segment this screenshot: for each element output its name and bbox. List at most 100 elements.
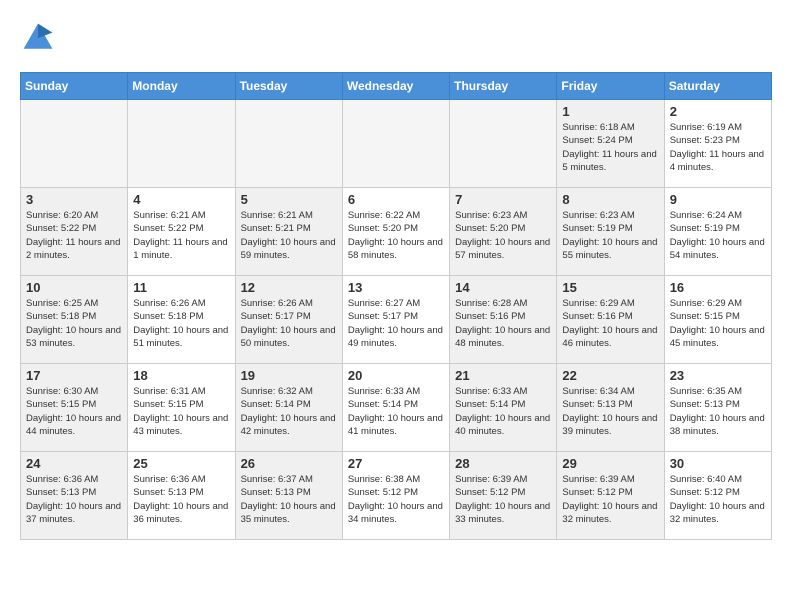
calendar-cell: 25 Sunrise: 6:36 AM Sunset: 5:13 PM Dayli… (128, 452, 235, 540)
calendar-cell: 4 Sunrise: 6:21 AM Sunset: 5:22 PM Daylig… (128, 188, 235, 276)
day-info: Sunrise: 6:28 AM Sunset: 5:16 PM Dayligh… (455, 297, 551, 350)
day-number: 9 (670, 192, 766, 207)
day-number: 11 (133, 280, 229, 295)
calendar-cell: 1 Sunrise: 6:18 AM Sunset: 5:24 PM Daylig… (557, 100, 664, 188)
day-number: 4 (133, 192, 229, 207)
day-number: 26 (241, 456, 337, 471)
day-info: Sunrise: 6:20 AM Sunset: 5:22 PM Dayligh… (26, 209, 122, 262)
week-row-1: 3 Sunrise: 6:20 AM Sunset: 5:22 PM Daylig… (21, 188, 772, 276)
weekday-header-friday: Friday (557, 73, 664, 100)
day-number: 21 (455, 368, 551, 383)
calendar-cell: 11 Sunrise: 6:26 AM Sunset: 5:18 PM Dayli… (128, 276, 235, 364)
page-header (20, 20, 772, 56)
day-number: 5 (241, 192, 337, 207)
day-number: 29 (562, 456, 658, 471)
weekday-header-saturday: Saturday (664, 73, 771, 100)
calendar-cell: 18 Sunrise: 6:31 AM Sunset: 5:15 PM Dayli… (128, 364, 235, 452)
calendar-cell (450, 100, 557, 188)
calendar-cell: 15 Sunrise: 6:29 AM Sunset: 5:16 PM Dayli… (557, 276, 664, 364)
day-info: Sunrise: 6:24 AM Sunset: 5:19 PM Dayligh… (670, 209, 766, 262)
day-number: 8 (562, 192, 658, 207)
day-number: 17 (26, 368, 122, 383)
day-info: Sunrise: 6:23 AM Sunset: 5:19 PM Dayligh… (562, 209, 658, 262)
day-info: Sunrise: 6:33 AM Sunset: 5:14 PM Dayligh… (348, 385, 444, 438)
day-info: Sunrise: 6:26 AM Sunset: 5:17 PM Dayligh… (241, 297, 337, 350)
day-info: Sunrise: 6:23 AM Sunset: 5:20 PM Dayligh… (455, 209, 551, 262)
weekday-header-wednesday: Wednesday (342, 73, 449, 100)
week-row-4: 24 Sunrise: 6:36 AM Sunset: 5:13 PM Dayli… (21, 452, 772, 540)
day-info: Sunrise: 6:39 AM Sunset: 5:12 PM Dayligh… (562, 473, 658, 526)
calendar-cell (235, 100, 342, 188)
day-number: 24 (26, 456, 122, 471)
weekday-header-row: SundayMondayTuesdayWednesdayThursdayFrid… (21, 73, 772, 100)
calendar-cell: 28 Sunrise: 6:39 AM Sunset: 5:12 PM Dayli… (450, 452, 557, 540)
weekday-header-tuesday: Tuesday (235, 73, 342, 100)
day-info: Sunrise: 6:37 AM Sunset: 5:13 PM Dayligh… (241, 473, 337, 526)
day-info: Sunrise: 6:39 AM Sunset: 5:12 PM Dayligh… (455, 473, 551, 526)
day-info: Sunrise: 6:40 AM Sunset: 5:12 PM Dayligh… (670, 473, 766, 526)
calendar-cell: 6Sunrise: 6:22 AM Sunset: 5:20 PM Daylig… (342, 188, 449, 276)
calendar-cell: 19Sunrise: 6:32 AM Sunset: 5:14 PM Dayli… (235, 364, 342, 452)
day-info: Sunrise: 6:36 AM Sunset: 5:13 PM Dayligh… (133, 473, 229, 526)
week-row-2: 10 Sunrise: 6:25 AM Sunset: 5:18 PM Dayli… (21, 276, 772, 364)
calendar-cell: 7 Sunrise: 6:23 AM Sunset: 5:20 PM Daylig… (450, 188, 557, 276)
weekday-header-monday: Monday (128, 73, 235, 100)
day-number: 19 (241, 368, 337, 383)
day-number: 25 (133, 456, 229, 471)
day-number: 18 (133, 368, 229, 383)
logo (20, 20, 62, 56)
day-number: 22 (562, 368, 658, 383)
day-info: Sunrise: 6:33 AM Sunset: 5:14 PM Dayligh… (455, 385, 551, 438)
day-info: Sunrise: 6:18 AM Sunset: 5:24 PM Dayligh… (562, 121, 658, 174)
calendar-cell: 3 Sunrise: 6:20 AM Sunset: 5:22 PM Daylig… (21, 188, 128, 276)
day-info: Sunrise: 6:38 AM Sunset: 5:12 PM Dayligh… (348, 473, 444, 526)
day-number: 10 (26, 280, 122, 295)
calendar-cell: 9 Sunrise: 6:24 AM Sunset: 5:19 PM Daylig… (664, 188, 771, 276)
day-number: 7 (455, 192, 551, 207)
calendar-cell: 30 Sunrise: 6:40 AM Sunset: 5:12 PM Dayli… (664, 452, 771, 540)
day-number: 2 (670, 104, 766, 119)
calendar-cell: 20 Sunrise: 6:33 AM Sunset: 5:14 PM Dayli… (342, 364, 449, 452)
calendar-cell: 10 Sunrise: 6:25 AM Sunset: 5:18 PM Dayli… (21, 276, 128, 364)
weekday-header-sunday: Sunday (21, 73, 128, 100)
day-info: Sunrise: 6:25 AM Sunset: 5:18 PM Dayligh… (26, 297, 122, 350)
day-info: Sunrise: 6:29 AM Sunset: 5:15 PM Dayligh… (670, 297, 766, 350)
calendar-cell (21, 100, 128, 188)
day-info: Sunrise: 6:22 AM Sunset: 5:20 PM Dayligh… (348, 209, 444, 262)
day-number: 1 (562, 104, 658, 119)
calendar-cell (342, 100, 449, 188)
day-info: Sunrise: 6:26 AM Sunset: 5:18 PM Dayligh… (133, 297, 229, 350)
day-number: 23 (670, 368, 766, 383)
day-number: 16 (670, 280, 766, 295)
calendar-cell: 29 Sunrise: 6:39 AM Sunset: 5:12 PM Dayli… (557, 452, 664, 540)
calendar-cell: 24 Sunrise: 6:36 AM Sunset: 5:13 PM Dayli… (21, 452, 128, 540)
weekday-header-thursday: Thursday (450, 73, 557, 100)
day-number: 15 (562, 280, 658, 295)
calendar-cell: 23 Sunrise: 6:35 AM Sunset: 5:13 PM Dayli… (664, 364, 771, 452)
day-number: 3 (26, 192, 122, 207)
day-info: Sunrise: 6:36 AM Sunset: 5:13 PM Dayligh… (26, 473, 122, 526)
day-number: 27 (348, 456, 444, 471)
day-info: Sunrise: 6:30 AM Sunset: 5:15 PM Dayligh… (26, 385, 122, 438)
calendar-cell (128, 100, 235, 188)
day-number: 14 (455, 280, 551, 295)
day-number: 30 (670, 456, 766, 471)
calendar-cell: 21 Sunrise: 6:33 AM Sunset: 5:14 PM Dayli… (450, 364, 557, 452)
day-info: Sunrise: 6:29 AM Sunset: 5:16 PM Dayligh… (562, 297, 658, 350)
day-number: 20 (348, 368, 444, 383)
calendar-cell: 2 Sunrise: 6:19 AM Sunset: 5:23 PM Daylig… (664, 100, 771, 188)
calendar-cell: 13Sunrise: 6:27 AM Sunset: 5:17 PM Dayli… (342, 276, 449, 364)
day-info: Sunrise: 6:31 AM Sunset: 5:15 PM Dayligh… (133, 385, 229, 438)
week-row-0: 1 Sunrise: 6:18 AM Sunset: 5:24 PM Daylig… (21, 100, 772, 188)
day-info: Sunrise: 6:27 AM Sunset: 5:17 PM Dayligh… (348, 297, 444, 350)
day-info: Sunrise: 6:19 AM Sunset: 5:23 PM Dayligh… (670, 121, 766, 174)
day-info: Sunrise: 6:35 AM Sunset: 5:13 PM Dayligh… (670, 385, 766, 438)
calendar-cell: 17 Sunrise: 6:30 AM Sunset: 5:15 PM Dayli… (21, 364, 128, 452)
day-number: 28 (455, 456, 551, 471)
logo-icon (20, 20, 56, 56)
day-info: Sunrise: 6:34 AM Sunset: 5:13 PM Dayligh… (562, 385, 658, 438)
day-info: Sunrise: 6:21 AM Sunset: 5:21 PM Dayligh… (241, 209, 337, 262)
calendar-cell: 16 Sunrise: 6:29 AM Sunset: 5:15 PM Dayli… (664, 276, 771, 364)
day-info: Sunrise: 6:21 AM Sunset: 5:22 PM Dayligh… (133, 209, 229, 262)
calendar-cell: 22 Sunrise: 6:34 AM Sunset: 5:13 PM Dayli… (557, 364, 664, 452)
